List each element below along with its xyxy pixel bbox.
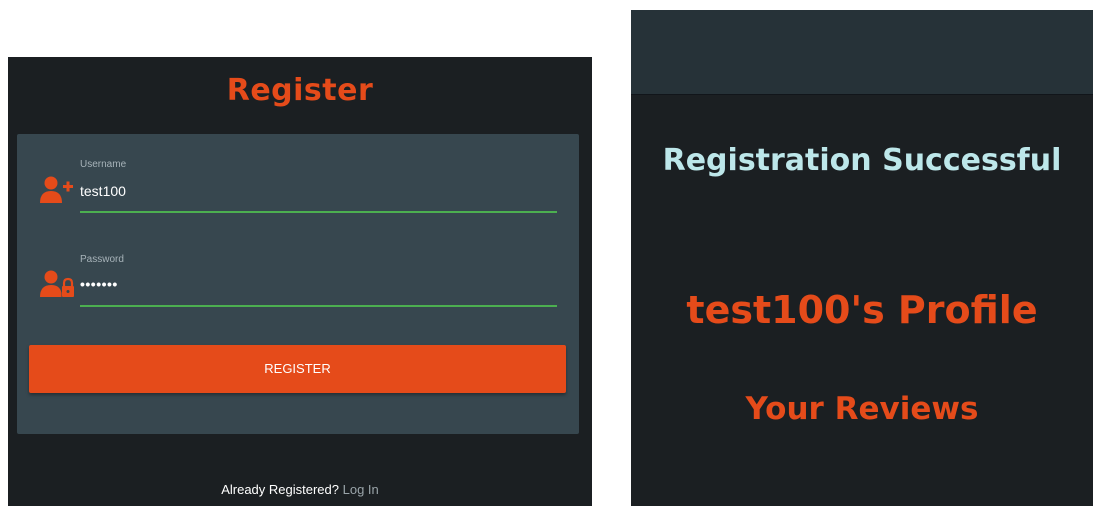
login-prompt-line: Already Registered? Log In xyxy=(8,482,592,497)
reviews-heading: Your Reviews xyxy=(745,391,979,427)
login-prompt-text: Already Registered? xyxy=(221,482,339,497)
username-input[interactable]: test100 xyxy=(80,183,126,199)
registration-success-heading: Registration Successful xyxy=(662,143,1062,178)
username-underline xyxy=(80,211,557,213)
register-button[interactable]: REGISTER xyxy=(29,345,566,393)
add-user-icon xyxy=(40,176,73,203)
user-lock-icon xyxy=(40,270,74,297)
register-title: Register xyxy=(226,73,374,108)
profile-heading: test100's Profile xyxy=(686,288,1038,332)
success-panel: Registration Successful test100's Profil… xyxy=(631,10,1093,506)
register-panel: Register Username test100 Password •••••… xyxy=(8,57,592,506)
password-underline xyxy=(80,305,557,307)
top-navbar xyxy=(631,10,1093,95)
register-card: Username test100 Password ••••••• REGIST… xyxy=(17,134,579,434)
password-input[interactable]: ••••••• xyxy=(80,276,118,292)
login-link[interactable]: Log In xyxy=(343,482,379,497)
username-label: Username xyxy=(80,159,127,170)
password-label: Password xyxy=(80,254,124,265)
